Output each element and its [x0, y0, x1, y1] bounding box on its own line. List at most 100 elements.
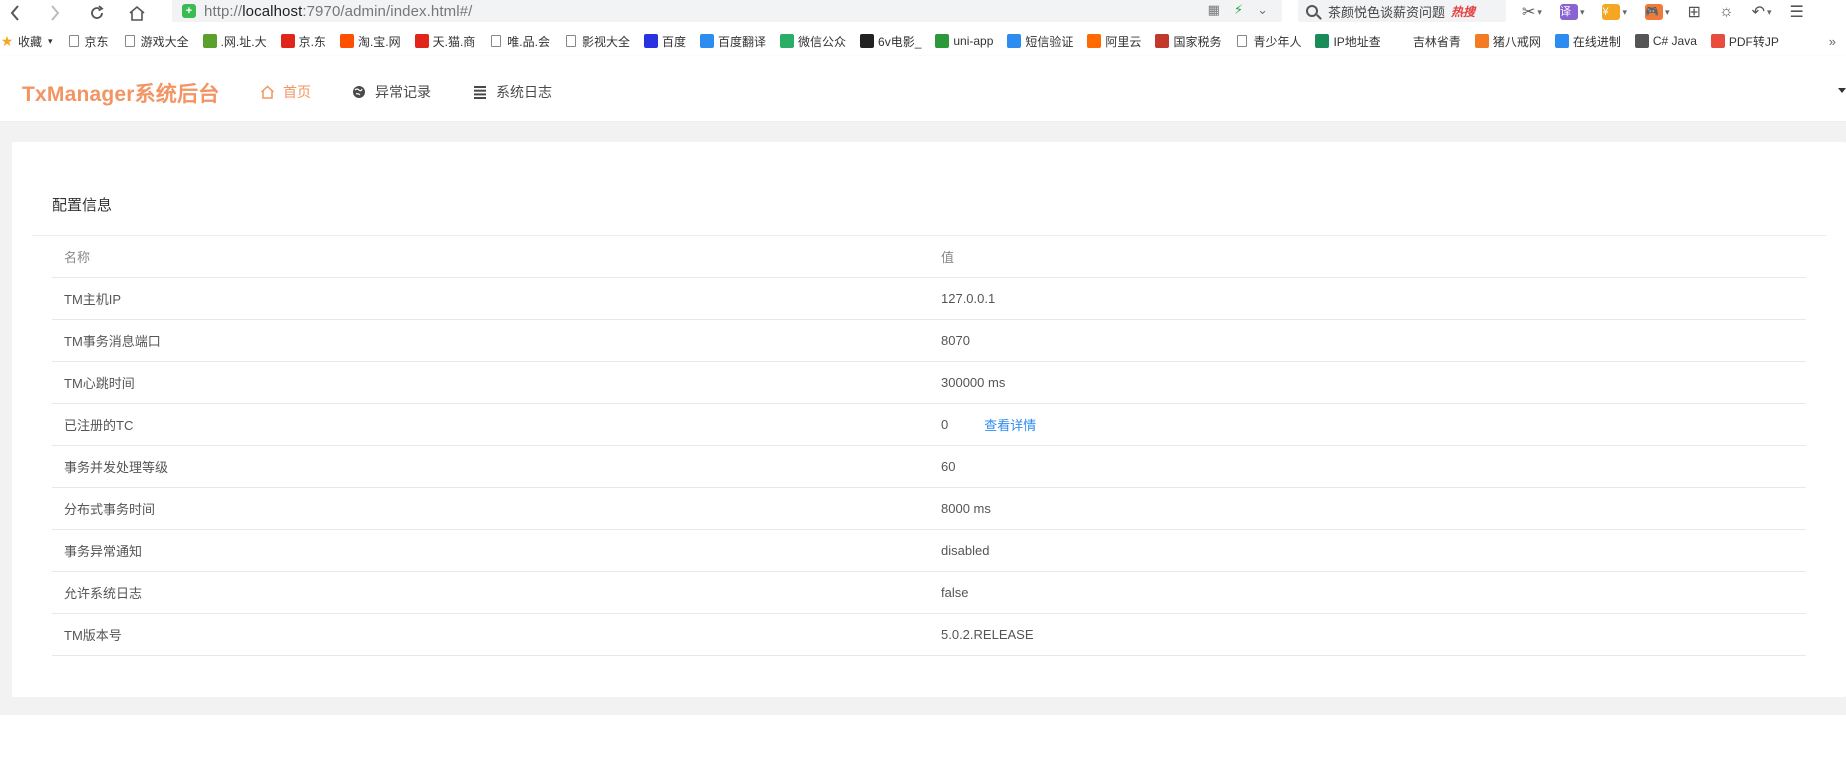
bookmark-label: 国家税务 — [1173, 34, 1222, 49]
bookmark-item[interactable]: 青少年人 — [1235, 33, 1301, 50]
search-icon — [1306, 5, 1318, 17]
url-text[interactable]: http://localhost:7970/admin/index.html#/ — [204, 3, 472, 20]
browser-search-box[interactable]: 茶颜悦色谈薪资问题 热搜 — [1298, 0, 1506, 22]
forward-arrow-icon[interactable] — [42, 1, 68, 25]
undo-icon[interactable]: ↶ ▾ — [1752, 2, 1772, 22]
address-bar[interactable]: + http://localhost:7970/admin/index.html… — [172, 0, 1282, 22]
nav-exception-records[interactable]: 异常记录 — [351, 82, 431, 102]
nav-system-logs[interactable]: 系统日志 — [472, 82, 552, 102]
bookmark-item[interactable]: IP地址查 — [1315, 33, 1381, 50]
table-row: 事务并发处理等级 60 — [52, 446, 1806, 488]
bookmark-item[interactable]: ★ 收藏 ▾ — [0, 33, 53, 50]
reload-icon[interactable] — [84, 1, 110, 25]
row-value-cell: 0 查看详情 — [941, 415, 1036, 434]
bookmark-label: 微信公众 — [798, 34, 847, 49]
doc-icon — [1237, 35, 1248, 47]
table-row: TM心跳时间 300000 ms — [52, 362, 1806, 404]
aliyun-icon — [1087, 34, 1102, 48]
home-icon — [259, 84, 275, 100]
game-icon[interactable]: 🎮 ▾ — [1645, 4, 1670, 20]
row-name: 分布式事务时间 — [64, 502, 156, 517]
brightness-icon[interactable]: ☼ — [1719, 3, 1734, 21]
bookmark-item[interactable]: 猪八戒网 — [1474, 33, 1541, 50]
bookmark-label: .网.址.大 — [220, 34, 267, 49]
nav-exception-records-label: 异常记录 — [375, 84, 431, 100]
bookmark-item[interactable]: 京东 — [67, 33, 109, 50]
bookmark-label: 阿里云 — [1105, 34, 1142, 49]
config-table: 名称 值 TM主机IP 127.0.0.1 TM事务消息端口 8070 TM心跳… — [52, 236, 1806, 656]
row-value: 8070 — [941, 333, 970, 348]
bookmark-label: 京东 — [84, 34, 109, 49]
translate-icon[interactable]: 译 ▾ — [1559, 4, 1584, 20]
nav-home[interactable]: 首页 — [259, 82, 311, 102]
bookmark-item[interactable]: .网.址.大 — [202, 33, 267, 50]
scissors-icon[interactable]: ✂ ▾ — [1522, 2, 1542, 22]
bookmark-item[interactable]: 京.东 — [280, 33, 326, 50]
bookmark-item[interactable]: 短信验证 — [1007, 33, 1073, 50]
bookmark-label: 短信验证 — [1025, 34, 1074, 49]
row-name: 事务并发处理等级 — [64, 460, 169, 475]
bookmark-label: 青少年人 — [1253, 34, 1302, 49]
home-icon[interactable] — [124, 1, 150, 25]
row-value: 5.0.2.RELEASE — [941, 627, 1034, 642]
menu-icon[interactable]: ☰ — [1790, 2, 1804, 22]
bookmark-item[interactable]: 在线进制 — [1554, 33, 1621, 50]
bookmark-label: PDF转JP — [1728, 34, 1779, 49]
table-row: 分布式事务时间 8000 ms — [52, 488, 1806, 530]
bookmark-label: 唯.品.会 — [507, 34, 550, 49]
tmall-icon — [414, 34, 429, 48]
secure-shield-icon: + — [182, 4, 196, 18]
bookmark-item[interactable]: 6v电影_ — [860, 33, 921, 50]
qr-code-icon[interactable]: ▦ — [1208, 2, 1220, 18]
user-dropdown-caret-icon[interactable] — [1838, 88, 1846, 93]
row-value: 300000 ms — [941, 375, 1006, 390]
bookmark-item[interactable]: 淘.宝.网 — [339, 33, 401, 50]
bookmark-item[interactable]: 微信公众 — [780, 33, 846, 50]
bookmark-item[interactable]: 吉林省青 — [1395, 33, 1461, 50]
bookmark-item[interactable]: 国家税务 — [1155, 33, 1221, 50]
blank-icon — [1395, 34, 1409, 48]
hot-search-badge: 热搜 — [1451, 4, 1476, 19]
back-arrow-icon[interactable] — [2, 1, 28, 25]
bookmark-item[interactable]: 百度翻译 — [699, 33, 766, 50]
chevron-down-icon[interactable]: ▾ — [48, 36, 53, 47]
bookmark-item[interactable]: 天.猫.商 — [414, 33, 475, 50]
coupon-icon[interactable]: ¥ ▾ — [1602, 4, 1627, 20]
header-name: 名称 — [64, 250, 91, 265]
chevron-down-icon[interactable]: ⌄ — [1257, 2, 1268, 18]
search-suggestion[interactable]: 茶颜悦色谈薪资问题 — [1328, 2, 1445, 21]
table-row: TM主机IP 127.0.0.1 — [52, 278, 1806, 320]
uniapp-icon — [935, 34, 950, 48]
bookmark-item[interactable]: uni-app — [935, 34, 993, 48]
doc-icon — [124, 35, 135, 47]
lightning-icon[interactable]: ⚡ — [1234, 2, 1243, 18]
row-name: TM版本号 — [64, 628, 122, 643]
grid-icon[interactable]: ⊞ — [1688, 2, 1701, 22]
more-bookmarks-icon[interactable]: » — [1829, 34, 1836, 49]
row-name: 允许系统日志 — [64, 586, 143, 601]
table-row: 事务异常通知 disabled — [52, 530, 1806, 572]
row-value: 0 — [941, 417, 949, 432]
bookmark-item[interactable]: 百度 — [643, 33, 686, 50]
bookmark-item[interactable]: PDF转JP — [1710, 33, 1779, 50]
nav-home-label: 首页 — [283, 84, 311, 100]
bookmark-item[interactable]: 影视大全 — [564, 33, 630, 50]
app-header: TxManager系统后台 首页 异常记录 系统日志 — [0, 56, 1846, 122]
config-card: 配置信息 名称 值 TM主机IP 127.0.0.1 TM事务消息端口 8070… — [12, 142, 1846, 697]
row-value: 8000 ms — [941, 501, 991, 516]
bookmark-item[interactable]: 阿里云 — [1087, 33, 1141, 50]
hao-icon — [202, 34, 217, 48]
header-value: 值 — [941, 250, 955, 265]
row-name: 已注册的TC — [64, 418, 134, 433]
bookmark-item[interactable]: C# Java — [1634, 34, 1697, 48]
row-value: disabled — [941, 543, 990, 558]
bookmarks-bar: ★ 收藏 ▾ 京东 游戏大全 .网.址.大 京.东 淘.宝.网 天.猫.商 唯.品.会 影… — [0, 31, 1846, 51]
view-details-link[interactable]: 查看详情 — [984, 415, 1036, 434]
bookmark-item[interactable]: 游戏大全 — [123, 33, 189, 50]
bookmark-item[interactable]: 唯.品.会 — [489, 33, 550, 50]
table-row: 已注册的TC 0 查看详情 — [52, 404, 1806, 446]
row-name: TM心跳时间 — [64, 376, 135, 391]
config-card-title: 配置信息 — [52, 197, 113, 214]
zbj-icon — [1474, 34, 1489, 48]
sms-icon — [1007, 34, 1022, 48]
